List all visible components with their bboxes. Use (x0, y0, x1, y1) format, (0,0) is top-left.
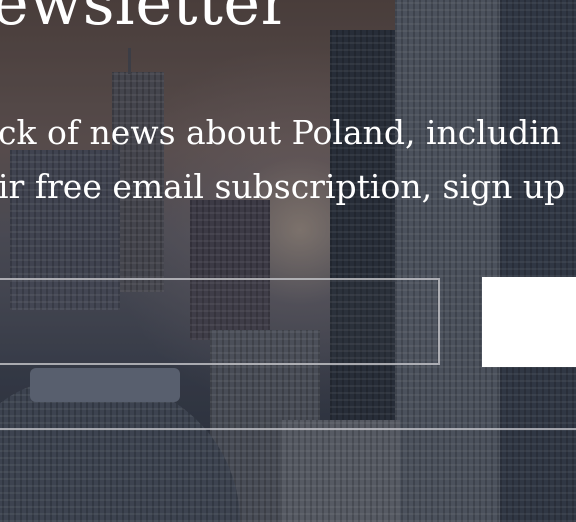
description-line-1: ck of news about Poland, includin (0, 113, 562, 152)
divider-line (0, 428, 576, 430)
city-background (0, 0, 576, 522)
dark-overlay (0, 0, 576, 522)
newsletter-description: ck of news about Poland, includin ir fre… (0, 106, 565, 214)
email-input[interactable] (0, 278, 440, 365)
newsletter-heading: ewsletter (0, 0, 291, 39)
description-line-2: ir free email subscription, sign up (0, 167, 566, 206)
signup-button[interactable] (482, 277, 576, 367)
